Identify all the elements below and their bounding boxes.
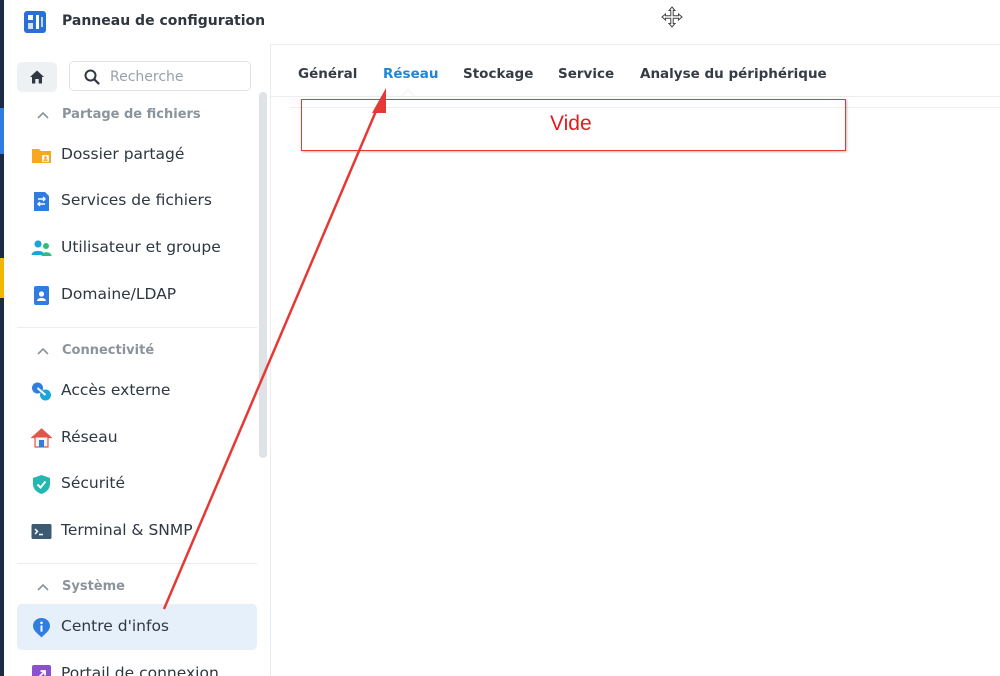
annotation-arrow bbox=[162, 88, 386, 610]
